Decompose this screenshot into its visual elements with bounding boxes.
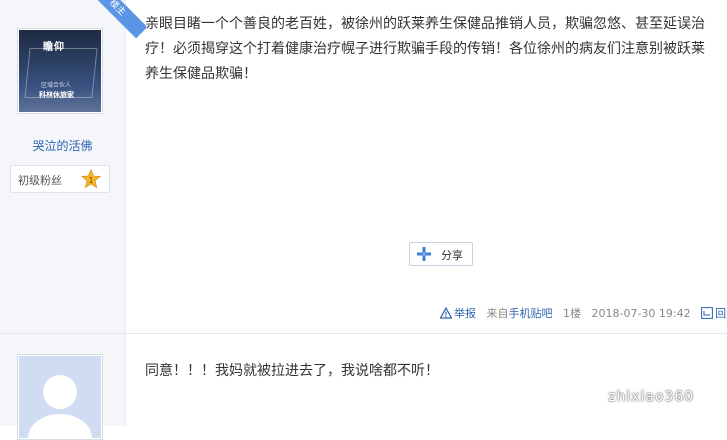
wechat-watermark: zhixiao360: [584, 387, 694, 409]
reply-label: 回复: [715, 307, 727, 320]
plus-share-icon: [417, 247, 431, 261]
avatar-logo-text: 瞻仰: [43, 42, 65, 53]
report-link[interactable]: 举报: [439, 305, 476, 321]
from-source-link[interactable]: 手机贴吧: [509, 305, 553, 321]
share-label: 分享: [441, 249, 463, 262]
report-label: 举报: [454, 307, 476, 320]
avatar-text-line2: 科林休旅家: [39, 91, 74, 99]
op-ribbon-label: 楼主: [86, 0, 146, 39]
post-content: 亲眼目睹一个个善良的老百姓，被徐州的跃莱养生保健品推销人员，欺骗忽悠、甚至延误治…: [145, 16, 705, 82]
watermark-text: zhixiao360: [608, 389, 695, 405]
warning-icon: [439, 306, 453, 319]
share-button[interactable]: 分享: [409, 242, 473, 266]
avatar-text-line1: 区域合伙人: [41, 82, 72, 89]
level-number: 1: [88, 176, 93, 185]
from-prefix: 来自: [486, 307, 509, 320]
level-badge[interactable]: 初级粉丝 1: [10, 165, 110, 193]
level-label: 初级粉丝: [18, 174, 62, 187]
post-timestamp: 2018-07-30 19:42: [591, 307, 691, 320]
post-floor-2: 同意！！！我妈就被拉进去了，我说啥都不听！: [0, 334, 727, 440]
author-name[interactable]: 哭泣的活佛: [0, 137, 125, 154]
wechat-icon: [584, 387, 604, 404]
post-content-2: 同意！！！我妈就被拉进去了，我说啥都不听！: [145, 363, 439, 379]
floor-number: 1楼: [563, 307, 581, 320]
star-level-icon: 1: [81, 169, 101, 189]
reply-link[interactable]: 回复: [701, 305, 727, 321]
post-floor-1: 瞻仰 区域合伙人 科林休旅家 哭泣的活佛 初级粉丝 1 楼主 亲眼目睹一个个善良…: [0, 0, 727, 333]
op-ribbon: 楼主: [86, 0, 146, 50]
post-meta: 举报 来自手机贴吧 1楼 2018-07-30 19:42 回复: [439, 305, 727, 321]
reply-icon: [701, 307, 714, 319]
author-avatar-2[interactable]: [17, 354, 103, 440]
author-sidebar-2: [0, 334, 126, 440]
